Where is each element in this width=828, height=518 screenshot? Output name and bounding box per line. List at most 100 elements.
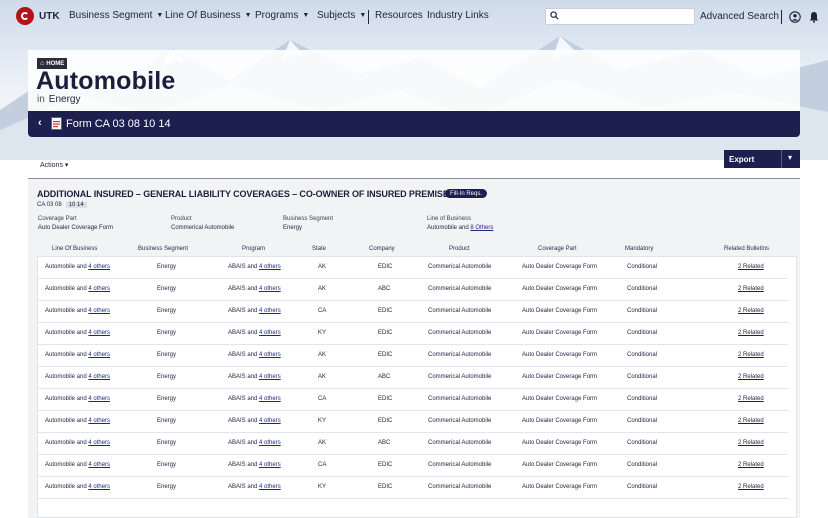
- cell-mandatory: Conditional: [627, 396, 658, 402]
- related-bulletins-link[interactable]: 2 Related: [738, 418, 764, 424]
- table-row[interactable]: Automobile and 4 others Energy ABAIS and…: [38, 367, 788, 389]
- column-header[interactable]: Business Segment: [138, 246, 188, 256]
- lob-others-link[interactable]: 4 others: [88, 286, 110, 292]
- nav-programs[interactable]: Programs ▼: [255, 10, 309, 21]
- column-header[interactable]: Program: [242, 246, 265, 256]
- cell-lob: Automobile and 4 others: [45, 462, 110, 468]
- search-input[interactable]: [545, 8, 695, 25]
- program-text: ABAIS and: [228, 286, 260, 292]
- table-row[interactable]: Automobile and 4 others Energy ABAIS and…: [38, 301, 788, 323]
- cell-product: Commerical Automobile: [428, 330, 492, 336]
- related-bulletins-link[interactable]: 2 Related: [738, 440, 764, 446]
- nav-subjects[interactable]: Subjects ▼: [317, 10, 366, 21]
- related-bulletins-link[interactable]: 2 Related: [738, 484, 764, 490]
- related-bulletins-link[interactable]: 2 Related: [738, 308, 764, 314]
- lob-others-link[interactable]: 4 others: [88, 484, 110, 490]
- breadcrumb-home: HOME: [46, 60, 65, 67]
- program-others-link[interactable]: 4 others: [259, 484, 281, 490]
- lob-others-link[interactable]: 4 others: [88, 440, 110, 446]
- cell-program: ABAIS and 4 others: [228, 396, 281, 402]
- lob-others-link[interactable]: 8 Others: [470, 225, 493, 231]
- chevron-left-icon[interactable]: ‹: [38, 117, 42, 129]
- logo[interactable]: UTK: [16, 7, 60, 25]
- program-others-link[interactable]: 4 others: [259, 440, 281, 446]
- nav-label: Programs: [255, 10, 299, 21]
- advanced-search-link[interactable]: Advanced Search: [700, 11, 779, 22]
- related-bulletins-link[interactable]: 2 Related: [738, 264, 764, 270]
- program-others-link[interactable]: 4 others: [259, 352, 281, 358]
- export-button[interactable]: Export ▾: [724, 150, 800, 168]
- cell-coverage: Auto Dealer Coverage Form: [522, 418, 598, 424]
- lob-others-link[interactable]: 4 others: [88, 308, 110, 314]
- actions-dropdown[interactable]: Actions ▾: [40, 161, 68, 169]
- column-header[interactable]: Line Of Business: [52, 246, 97, 256]
- meta-value: Energy: [283, 225, 303, 231]
- program-others-link[interactable]: 4 others: [259, 264, 281, 270]
- related-bulletins-link[interactable]: 2 Related: [738, 352, 764, 358]
- related-bulletins-link[interactable]: 2 Related: [738, 374, 764, 380]
- meta-label: Business Segment: [283, 216, 334, 222]
- related-bulletins-link[interactable]: 2 Related: [738, 396, 764, 402]
- chevron-down-icon: ▼: [302, 12, 310, 19]
- table-row[interactable]: Automobile and 4 others Energy ABAIS and…: [38, 389, 788, 411]
- cell-state: CA: [318, 396, 327, 402]
- column-header[interactable]: Related Bulletins: [724, 246, 769, 256]
- table-row[interactable]: Automobile and 4 others Energy ABAIS and…: [38, 477, 788, 499]
- bell-icon[interactable]: [808, 11, 820, 23]
- lob-text: Automobile and: [45, 352, 89, 358]
- table-row[interactable]: Automobile and 4 others Energy ABAIS and…: [38, 323, 788, 345]
- cell-lob: Automobile and 4 others: [45, 418, 110, 424]
- column-header[interactable]: Mandatory: [625, 246, 653, 256]
- meta-label: Product: [171, 216, 192, 222]
- user-icon[interactable]: [789, 11, 801, 23]
- nav-line-of-business[interactable]: Line Of Business ▼: [165, 10, 252, 21]
- cell-segment: Energy: [157, 264, 177, 270]
- cell-lob: Automobile and 4 others: [45, 352, 110, 358]
- column-header[interactable]: Company: [369, 246, 395, 256]
- lob-others-link[interactable]: 4 others: [88, 396, 110, 402]
- program-others-link[interactable]: 4 others: [259, 462, 281, 468]
- logo-text: UTK: [39, 10, 60, 22]
- top-navigation: UTK Business Segment ▼ Line Of Business ▼ …: [0, 0, 828, 34]
- column-header[interactable]: Product: [449, 246, 470, 256]
- cell-mandatory: Conditional: [627, 286, 658, 292]
- related-bulletins-link[interactable]: 2 Related: [738, 462, 764, 468]
- table-row[interactable]: Automobile and 4 others Energy ABAIS and…: [38, 433, 788, 455]
- program-others-link[interactable]: 4 others: [259, 286, 281, 292]
- program-others-link[interactable]: 4 others: [259, 396, 281, 402]
- lob-others-link[interactable]: 4 others: [88, 264, 110, 270]
- lob-others-link[interactable]: 4 others: [88, 374, 110, 380]
- related-bulletins-link[interactable]: 2 Related: [738, 286, 764, 292]
- nav-resources[interactable]: Resources: [375, 10, 423, 21]
- fill-in-badge[interactable]: Fill-In Reqs.: [445, 189, 488, 198]
- cell-segment: Energy: [157, 352, 177, 358]
- nav-business-segment[interactable]: Business Segment ▼: [69, 10, 163, 21]
- lob-others-link[interactable]: 4 others: [88, 418, 110, 424]
- cell-company: ABC: [378, 440, 391, 446]
- program-others-link[interactable]: 4 others: [259, 330, 281, 336]
- program-others-link[interactable]: 4 others: [259, 374, 281, 380]
- table-row[interactable]: Automobile and 4 others Energy ABAIS and…: [38, 257, 788, 279]
- cell-coverage: Auto Dealer Coverage Form: [522, 264, 598, 270]
- cell-company: EDIC: [378, 308, 393, 314]
- cell-coverage: Auto Dealer Coverage Form: [522, 484, 598, 490]
- nav-industry-links[interactable]: Industry Links: [427, 10, 489, 21]
- chevron-down-icon[interactable]: ▾: [788, 153, 792, 162]
- program-others-link[interactable]: 4 others: [259, 418, 281, 424]
- program-text: ABAIS and: [228, 374, 260, 380]
- program-others-link[interactable]: 4 others: [259, 308, 281, 314]
- table-row[interactable]: Automobile and 4 others Energy ABAIS and…: [38, 411, 788, 433]
- cell-segment: Energy: [157, 440, 177, 446]
- column-header[interactable]: Coverage Part: [538, 246, 577, 256]
- program-text: ABAIS and: [228, 462, 260, 468]
- related-bulletins-link[interactable]: 2 Related: [738, 330, 764, 336]
- page-subtitle: in Energy: [37, 94, 80, 105]
- table-row[interactable]: Automobile and 4 others Energy ABAIS and…: [38, 345, 788, 367]
- export-label: Export: [729, 154, 755, 164]
- table-row[interactable]: Automobile and 4 others Energy ABAIS and…: [38, 455, 788, 477]
- lob-others-link[interactable]: 4 others: [88, 330, 110, 336]
- lob-others-link[interactable]: 4 others: [88, 462, 110, 468]
- column-header[interactable]: State: [312, 246, 326, 256]
- table-row[interactable]: Automobile and 4 others Energy ABAIS and…: [38, 279, 788, 301]
- lob-others-link[interactable]: 4 others: [88, 352, 110, 358]
